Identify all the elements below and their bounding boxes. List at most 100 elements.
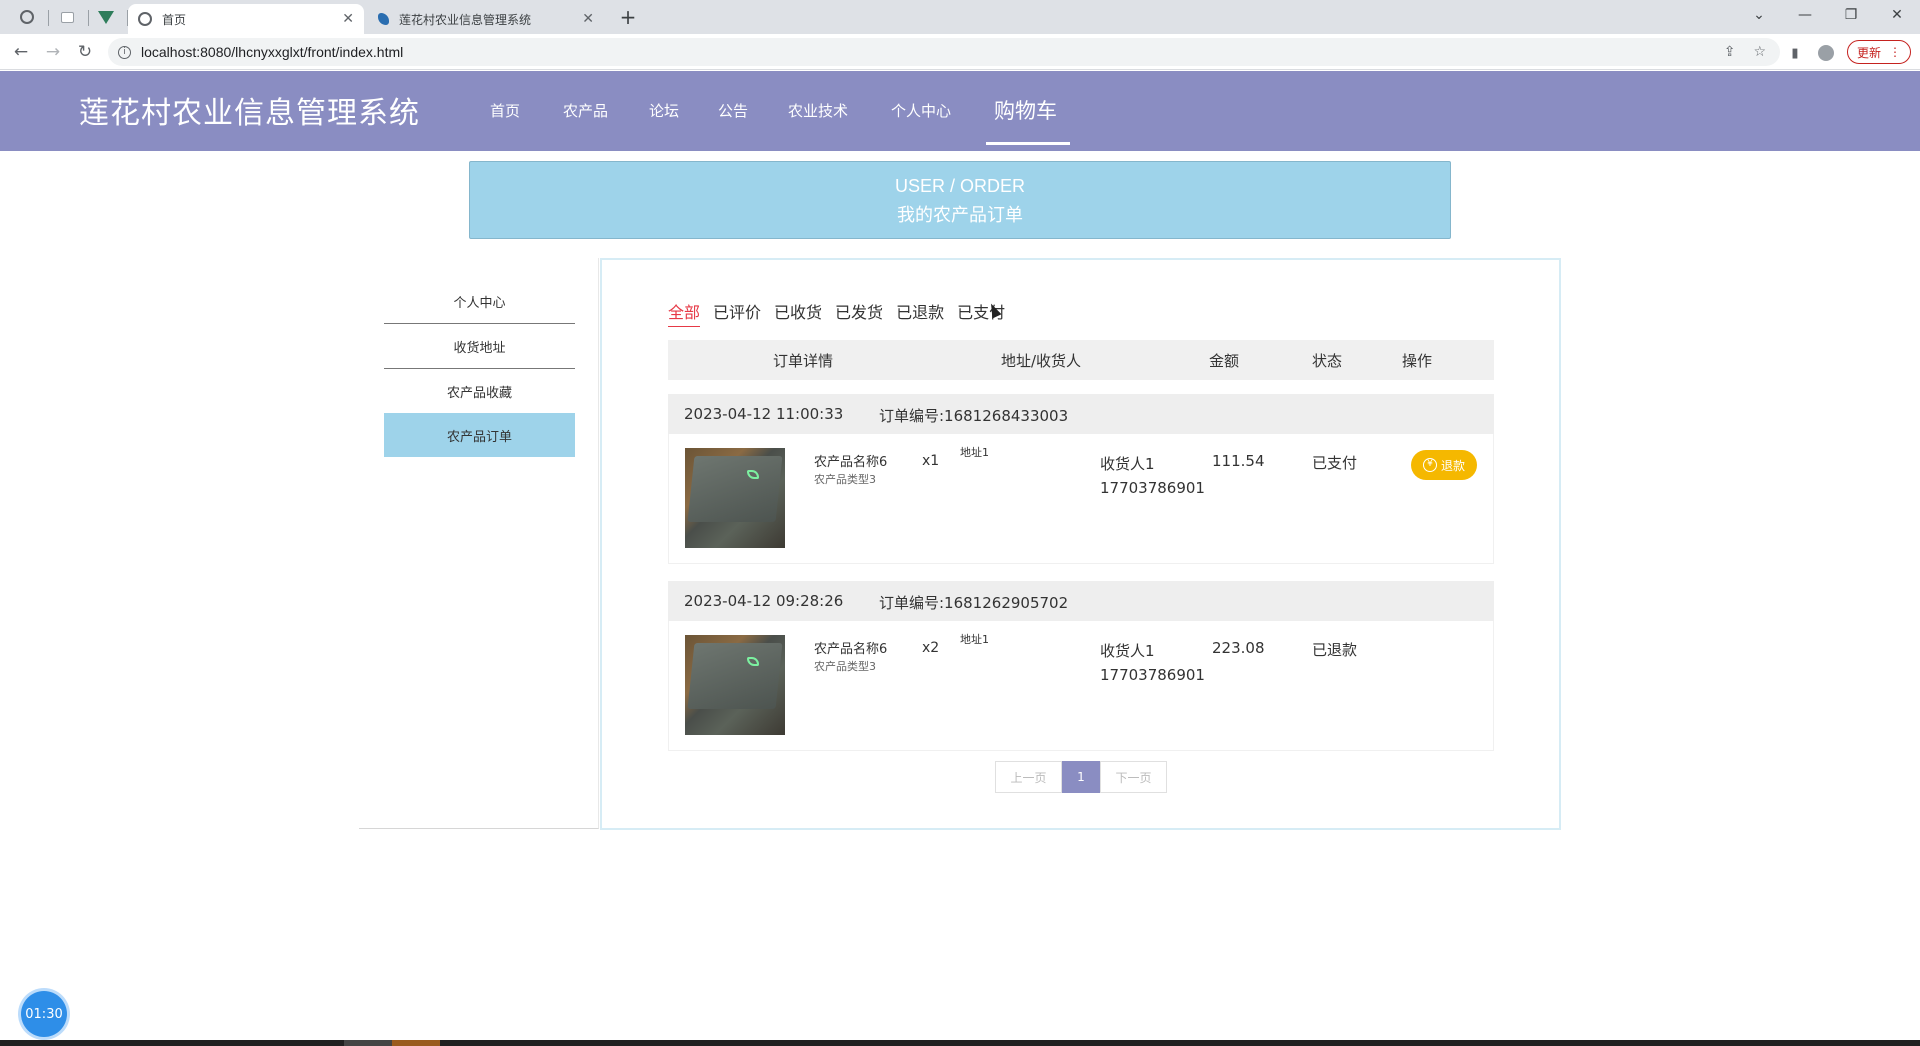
order-time: 2023-04-12 09:28:26 [684, 592, 844, 610]
user-sidebar: 个人中心 收货地址 农产品收藏 农产品订单 [359, 258, 599, 829]
back-button[interactable]: ← [8, 40, 34, 64]
order-amount: 223.08 [1212, 639, 1265, 657]
url-text[interactable]: localhost:8080/lhcnyxxglxt/front/index.h… [141, 44, 403, 60]
nav-products[interactable]: 农产品 [563, 100, 608, 121]
receiver-name: 收货人1 [1100, 642, 1155, 660]
prev-page-button[interactable]: 上一页 [995, 761, 1062, 793]
close-tab-icon[interactable]: ✕ [582, 11, 594, 27]
receiver-phone: 17703786901 [1100, 666, 1205, 684]
product-name[interactable]: 农产品名称6 [814, 638, 887, 657]
bookmark-star-icon[interactable]: ☆ [1753, 44, 1766, 60]
nav-forum[interactable]: 论坛 [649, 100, 679, 121]
order-card: 2023-04-12 09:28:26 订单编号:1681262905702 农… [668, 581, 1494, 751]
banner-title-cn: 我的农产品订单 [897, 205, 1023, 226]
timer-text: 01:30 [25, 1006, 63, 1022]
order-address: 地址1 [960, 446, 989, 459]
orders-table-header: 订单详情 地址/收货人 金额 状态 操作 [668, 340, 1494, 380]
minimize-button[interactable]: — [1782, 0, 1828, 30]
sidebar-item-orders[interactable]: 农产品订单 [384, 413, 575, 457]
new-tab-button[interactable]: + [614, 4, 642, 30]
recording-timer[interactable]: 01:30 [21, 991, 67, 1037]
banner-title-en: USER / ORDER [894, 176, 1026, 196]
order-number: 订单编号:1681262905702 [879, 594, 1069, 612]
filter-shipped[interactable]: 已发货 [835, 299, 883, 327]
side-panel-icon[interactable]: ▮ [1784, 42, 1806, 64]
receiver-name: 收货人1 [1100, 455, 1155, 473]
update-label: 更新 [1856, 45, 1881, 60]
nav-cart[interactable]: 购物车 [994, 95, 1057, 125]
order-status: 已支付 [1312, 454, 1358, 472]
site-header: 莲花村农业信息管理系统 首页 农产品 论坛 公告 农业技术 个人中心 购物车 [0, 71, 1920, 151]
site-title[interactable]: 莲花村农业信息管理系统 [79, 88, 420, 132]
receiver-phone: 17703786901 [1100, 479, 1205, 497]
page-icon [60, 11, 74, 23]
product-thumbnail[interactable] [685, 448, 785, 548]
header-action: 操作 [1402, 352, 1433, 370]
address-bar[interactable]: i localhost:8080/lhcnyxxglxt/front/index… [108, 38, 1780, 66]
sidebar-item-address[interactable]: 收货地址 [384, 325, 575, 369]
order-time: 2023-04-12 11:00:33 [684, 405, 844, 423]
active-nav-underline [986, 142, 1070, 145]
product-quantity: x1 [922, 453, 940, 469]
pinned-tab-vue[interactable] [91, 4, 121, 30]
order-amount: 111.54 [1212, 452, 1265, 470]
filter-all[interactable]: 全部 [668, 299, 701, 327]
order-address: 地址1 [960, 633, 989, 646]
update-button[interactable]: 更新 ⋮ [1847, 40, 1911, 64]
reload-button[interactable]: ↻ [72, 40, 98, 64]
globe-icon [20, 10, 34, 24]
site-info-icon[interactable]: i [118, 45, 131, 59]
browser-tab-strip: 首页 ✕ 莲花村农业信息管理系统 ✕ + ⌄ — ❐ ✕ [0, 0, 1920, 34]
nav-agri-tech[interactable]: 农业技术 [788, 100, 848, 121]
orders-panel: 全部 已评价 已收货 已发货 已退款 已支付 订单详情 地址/收货人 金额 状态… [600, 258, 1561, 830]
order-item-row: 农产品名称6 农产品类型3 x1 地址1 收货人1 17703786901 11… [668, 434, 1494, 564]
header-status: 状态 [1312, 352, 1343, 370]
sidebar-item-favorites[interactable]: 农产品收藏 [384, 370, 575, 414]
header-order-details: 订单详情 [773, 352, 834, 370]
product-quantity: x2 [922, 640, 940, 656]
sidebar-item-personal-center[interactable]: 个人中心 [384, 280, 575, 324]
site-favicon-icon [378, 13, 389, 25]
tab-system[interactable]: 莲花村农业信息管理系统 ✕ [368, 4, 604, 34]
close-tab-icon[interactable]: ✕ [342, 11, 354, 27]
tab-title: 莲花村农业信息管理系统 [399, 12, 532, 27]
order-filter-tabs: 全部 已评价 已收货 已发货 已退款 已支付 [668, 299, 1005, 327]
page-banner: USER / ORDER 我的农产品订单 [469, 161, 1451, 239]
filter-received[interactable]: 已收货 [774, 299, 822, 327]
nav-personal-center[interactable]: 个人中心 [891, 100, 951, 121]
forward-button[interactable]: → [40, 40, 66, 64]
yen-coin-icon: ¥ [1422, 458, 1437, 472]
product-type: 农产品类型3 [814, 660, 876, 673]
address-toolbar: ← → ↻ i localhost:8080/lhcnyxxglxt/front… [0, 34, 1920, 70]
pagination: 上一页 1 下一页 [995, 761, 1167, 793]
tab-home[interactable]: 首页 ✕ [128, 4, 364, 34]
more-menu-icon: ⋮ [1889, 45, 1901, 59]
avatar [1818, 45, 1834, 61]
globe-icon [138, 12, 152, 26]
product-thumbnail[interactable] [685, 635, 785, 735]
restore-button[interactable]: ❐ [1828, 0, 1874, 30]
refund-button[interactable]: ¥ 退款 [1411, 450, 1477, 480]
filter-refunded[interactable]: 已退款 [896, 299, 944, 327]
order-card-header: 2023-04-12 09:28:26 订单编号:1681262905702 [668, 581, 1494, 621]
nav-announcements[interactable]: 公告 [718, 100, 748, 121]
pinned-tab-blank[interactable] [52, 4, 82, 30]
share-icon[interactable]: ⇪ [1724, 44, 1736, 60]
order-card-header: 2023-04-12 11:00:33 订单编号:1681268433003 [668, 394, 1494, 434]
product-type: 农产品类型3 [814, 473, 876, 486]
tab-title: 首页 [162, 12, 187, 27]
nav-home[interactable]: 首页 [490, 100, 520, 121]
close-window-button[interactable]: ✕ [1874, 0, 1920, 30]
pinned-tab-globe[interactable] [12, 4, 42, 30]
page-1-button[interactable]: 1 [1062, 761, 1100, 793]
refund-label: 退款 [1440, 458, 1465, 473]
receiver-info: 收货人1 17703786901 [1100, 639, 1205, 687]
header-address-receiver: 地址/收货人 [1001, 352, 1082, 370]
next-page-button[interactable]: 下一页 [1100, 761, 1167, 793]
product-name[interactable]: 农产品名称6 [814, 451, 887, 470]
filter-reviewed[interactable]: 已评价 [713, 299, 761, 327]
profile-button[interactable] [1815, 42, 1837, 64]
receiver-info: 收货人1 17703786901 [1100, 452, 1205, 500]
tab-search-chevron-icon[interactable]: ⌄ [1736, 0, 1782, 30]
vue-logo-icon [98, 10, 114, 24]
